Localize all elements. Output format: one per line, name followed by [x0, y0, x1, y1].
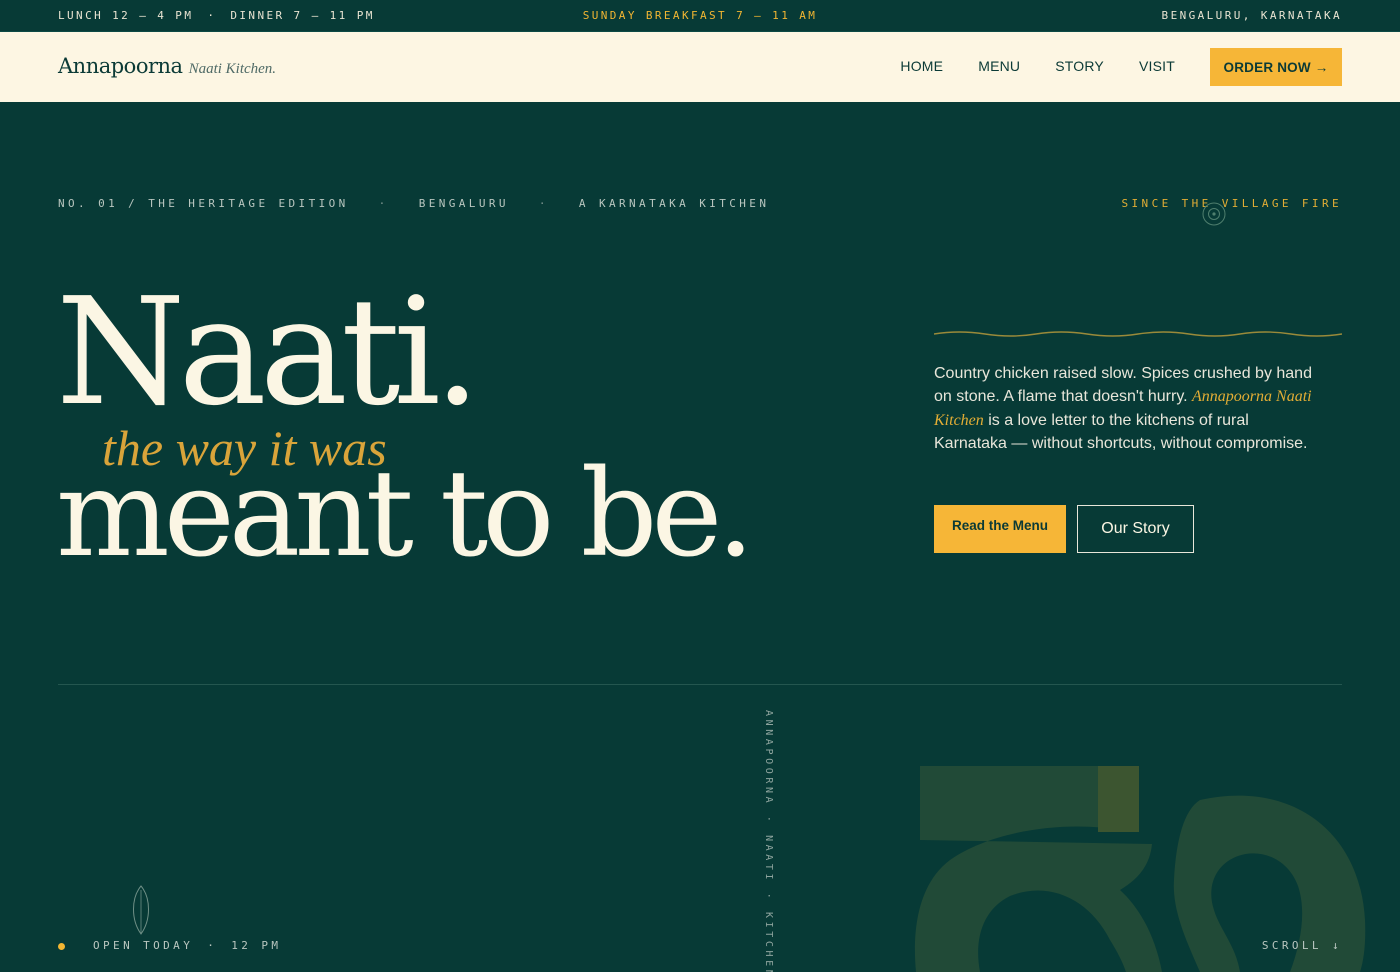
nav-visit[interactable]: VISIT — [1139, 58, 1175, 74]
open-separator: · — [207, 939, 218, 952]
open-label: OPEN TODAY — [93, 939, 194, 952]
order-now-button[interactable]: ORDER NOW → — [1210, 48, 1342, 86]
scroll-indicator[interactable]: SCROLL ↓ — [1262, 939, 1342, 952]
meta-separator: · — [538, 197, 549, 210]
city-label: BENGALURU — [418, 197, 509, 210]
main-nav: Annapoorna Naati Kitchen. HOME MENU STORY… — [0, 32, 1400, 102]
location-text: BENGALURU, KARNATAKA — [1161, 9, 1342, 22]
since-label: SINCE THE VILLAGE FIRE — [1121, 197, 1342, 210]
fire-ring-icon — [1202, 202, 1226, 226]
read-menu-button[interactable]: Read the Menu — [934, 505, 1066, 553]
our-story-button[interactable]: Our Story — [1077, 505, 1194, 553]
meta-separator: · — [378, 197, 389, 210]
open-time: 12 PM — [231, 939, 282, 952]
brand-subtitle: Naati Kitchen. — [188, 61, 277, 77]
section-divider — [58, 684, 1342, 685]
open-today-status: OPEN TODAY · 12 PM — [58, 939, 281, 952]
brand-name: Annapoorna — [58, 54, 183, 78]
headline-naati: Naati. — [56, 266, 481, 438]
nav-menu[interactable]: MENU — [978, 58, 1020, 74]
leaf-icon — [133, 885, 149, 935]
nav-home[interactable]: HOME — [900, 58, 943, 74]
kitchen-label: A KARNATAKA KITCHEN — [578, 197, 770, 210]
intro-paragraph: Country chicken raised slow. Spices crus… — [934, 362, 1324, 455]
wave-divider — [934, 331, 1342, 337]
nav-links: HOME MENU STORY VISIT — [900, 58, 1175, 74]
open-status-dot — [58, 942, 65, 950]
vertical-brand-text: ANNAPOORNA · NAATI · KITCHEN — [763, 710, 774, 972]
intro-text-end: is a love letter to the kitchens of rura… — [934, 411, 1308, 452]
nav-story[interactable]: STORY — [1055, 58, 1104, 74]
edition-label: NO. 01 / THE HERITAGE EDITION — [58, 197, 349, 210]
edition-meta: NO. 01 / THE HERITAGE EDITION · BENGALURU ·… — [58, 197, 769, 210]
brand-logo[interactable]: Annapoorna Naati Kitchen. — [58, 54, 276, 78]
top-info-bar: LUNCH 12 – 4 PM · DINNER 7 – 11 PM SUNDAY … — [0, 0, 1400, 32]
headline-meant: meant to be. — [56, 445, 755, 584]
